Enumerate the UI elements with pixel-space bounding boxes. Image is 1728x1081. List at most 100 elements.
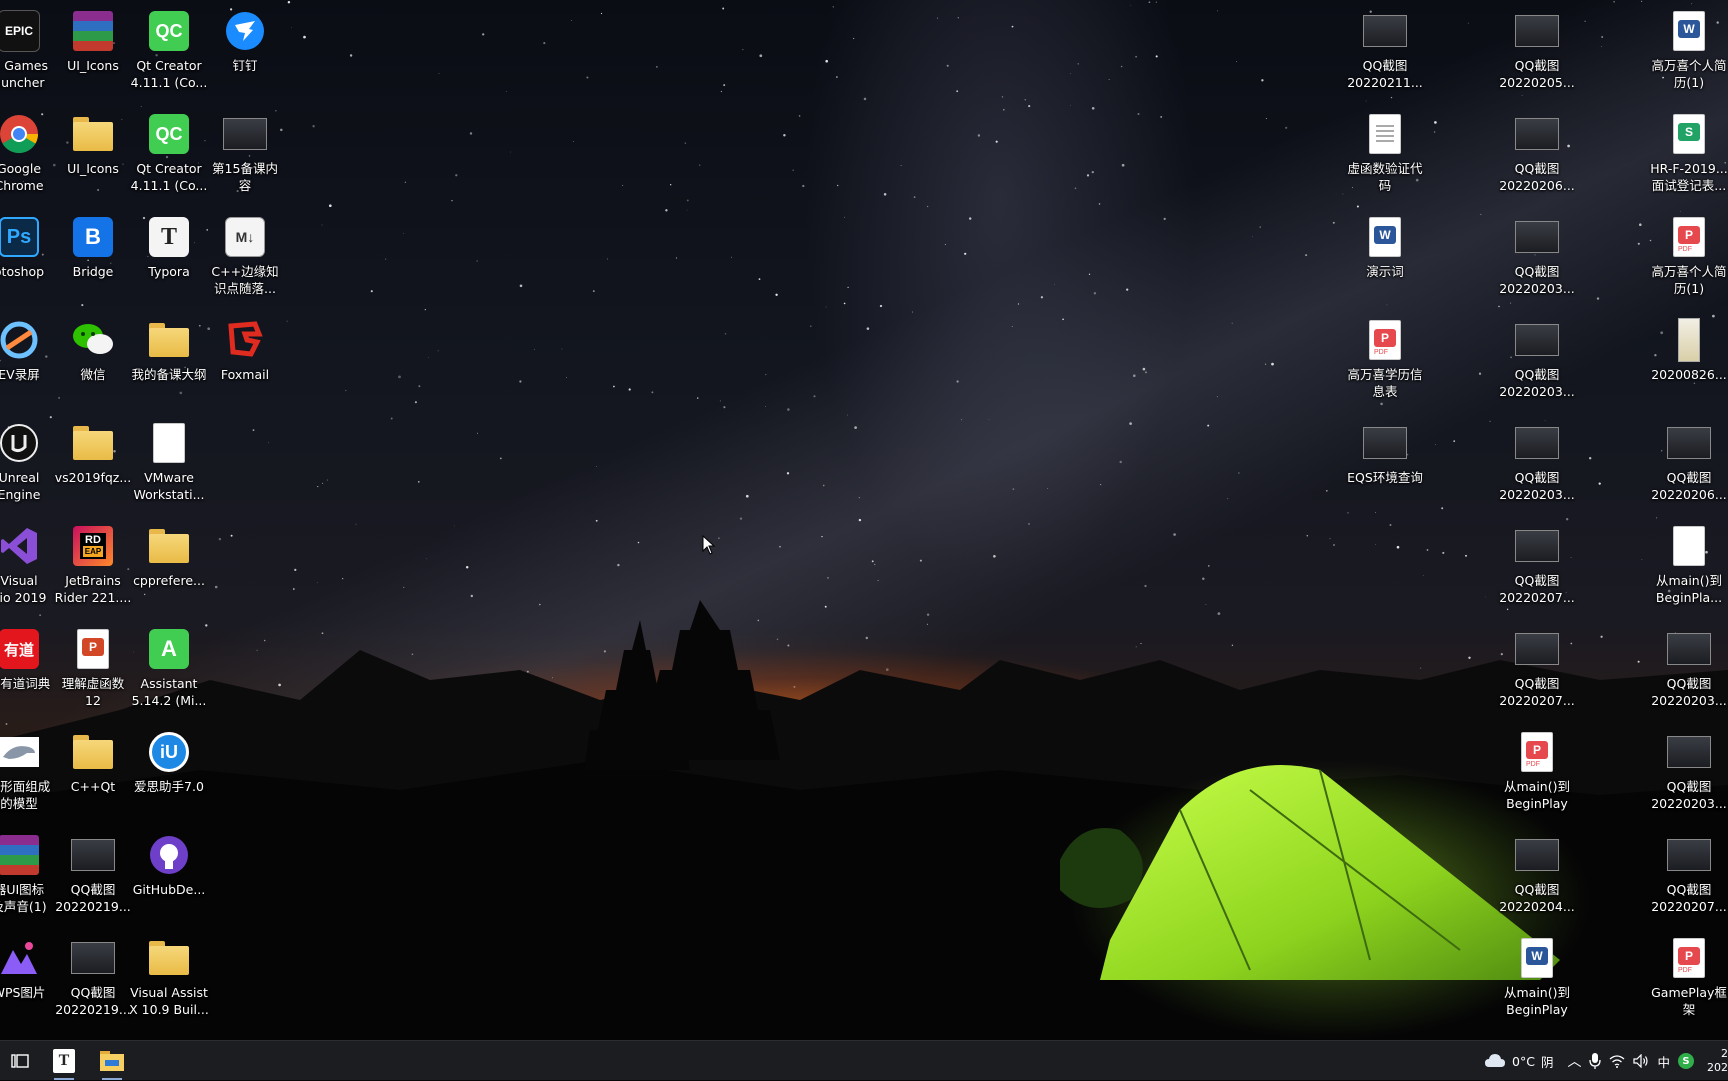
screenshot-thumb-icon — [1515, 112, 1559, 156]
desktop-icon-presentation-notes[interactable]: W 演示词 — [1342, 209, 1428, 280]
qt-creator-icon: QC — [147, 112, 191, 156]
desktop-icon-label: GamePlay框 架 — [1651, 985, 1727, 1017]
desktop-icon-qq-screenshot-0206[interactable]: QQ截图 20220206... — [1494, 106, 1580, 194]
desktop-icon-qq-screenshot-0205[interactable]: QQ截图 20220205... — [1494, 3, 1580, 91]
desktop-icon-dingtalk[interactable]: 钉钉 — [202, 3, 288, 74]
desktop-icon-label: QQ截图 20220207... — [1651, 882, 1727, 914]
desktop-icon-cpp-qt[interactable]: C++Qt — [50, 724, 136, 795]
visual-studio-icon — [0, 524, 41, 568]
clock-date: 202 — [1707, 1061, 1728, 1074]
desktop-icon-qt-creator-2[interactable]: QC Qt Creator 4.11.1 (Co... — [126, 106, 212, 194]
desktop-icon-label: 角形面组成 的模型 — [0, 779, 51, 811]
input-method-indicator[interactable]: 中 — [1657, 1052, 1670, 1071]
desktop-icon-understand-virtual-functions[interactable]: P 理解虚函数 12 — [50, 621, 136, 709]
desktop-icon-label: 爱思助手7.0 — [134, 779, 204, 794]
desktop-icon-assistant[interactable]: A Assistant 5.14.2 (Mi... — [126, 621, 212, 709]
system-tray: 0°C 阴 ︿ 中 S 2 202 — [1484, 1041, 1728, 1081]
desktop-icon-vs2019fqz[interactable]: vs2019fqz... — [50, 415, 136, 486]
text-doc-icon — [1363, 112, 1407, 156]
desktop-icon-qq-screenshot-0204[interactable]: QQ截图 20220204... — [1494, 827, 1580, 915]
desktop-icon-label: QQ截图 20220205... — [1499, 58, 1575, 90]
rider-icon: RD EAP — [71, 524, 115, 568]
desktop-icon-virtual-function-code[interactable]: 虚函数验证代 码 — [1342, 106, 1428, 194]
desktop-icon-lesson-15[interactable]: 第15备课内 容 — [202, 106, 288, 194]
desktop-icon-label: 器UI图标 及声音(1) — [0, 882, 47, 914]
desktop-icon-jetbrains-rider[interactable]: RD EAP JetBrains Rider 221.... — [50, 518, 136, 606]
desktop-icon-main-to-beginplay-blank[interactable]: 从main()到 BeginPla... — [1646, 518, 1728, 606]
screenshot-thumb-icon — [1667, 421, 1711, 465]
blank-doc-icon — [147, 421, 191, 465]
pdf-doc-icon: P PDF — [1515, 730, 1559, 774]
taskbar-app-file-explorer[interactable] — [88, 1041, 136, 1081]
desktop-icon-ui-icons-archive[interactable]: UI_Icons — [50, 3, 136, 74]
pdf-doc-icon: P PDF — [1667, 936, 1711, 980]
weather-widget[interactable]: 0°C 阴 — [1484, 1052, 1553, 1071]
task-view-button[interactable] — [0, 1041, 40, 1081]
cloud-icon — [1485, 1054, 1506, 1067]
taskbar-app-typora[interactable]: T — [40, 1041, 88, 1081]
chrome-icon — [0, 112, 41, 156]
word-doc-icon: W — [1667, 9, 1711, 53]
typora-icon: T — [147, 215, 191, 259]
desktop-icon-hr-interview-form[interactable]: S HR-F-2019... 面试登记表... — [1646, 106, 1728, 194]
desktop-icon-qq-screenshot-0207c[interactable]: QQ截图 20220207... — [1646, 827, 1728, 915]
desktop-icon-eqs-env-query[interactable]: EQS环境查询 — [1342, 415, 1428, 486]
desktop-icon-main-to-beginplay-word[interactable]: W 从main()到 BeginPlay — [1494, 930, 1580, 1018]
desktop-icon-label: C++Qt — [70, 779, 116, 794]
desktop-icon-qq-screenshot-0207a[interactable]: QQ截图 20220207... — [1494, 518, 1580, 606]
microphone-icon[interactable] — [1589, 1053, 1602, 1069]
desktop-icon-bridge[interactable]: B Bridge — [50, 209, 136, 280]
screenshot-thumb-icon — [71, 833, 115, 877]
desktop-icon-main-to-beginplay-pdf[interactable]: P PDF 从main()到 BeginPlay — [1494, 724, 1580, 812]
desktop-icon-qq-screenshot-0219a[interactable]: QQ截图 20220219... — [50, 827, 136, 915]
desktop-icon-wechat[interactable]: 微信 — [50, 312, 136, 383]
desktop-icon-image-20200826[interactable]: 20200826... — [1646, 312, 1728, 383]
desktop-icon-ui-icons-folder[interactable]: UI_Icons — [50, 106, 136, 177]
desktop-icon-cpp-markdown[interactable]: M↓ C++边缘知 识点随落... — [202, 209, 288, 297]
desktop-icon-typora[interactable]: T Typora — [126, 209, 212, 280]
desktop-icon-label: WPS图片 — [0, 985, 46, 1000]
desktop-icon-vmware-workstation[interactable]: VMware Workstati... — [126, 415, 212, 503]
desktop-icon-aisi-helper[interactable]: iU 爱思助手7.0 — [126, 724, 212, 795]
chevron-up-icon[interactable]: ︿ — [1567, 1051, 1581, 1071]
desktop-icon-qq-screenshot-0203b[interactable]: QQ截图 20220203... — [1494, 312, 1580, 400]
screenshot-thumb-icon — [1515, 833, 1559, 877]
desktop-icon-qt-creator-1[interactable]: QC Qt Creator 4.11.1 (Co... — [126, 3, 212, 91]
desktop-icon-resume-word[interactable]: W 高万喜个人简 历(1) — [1646, 3, 1728, 91]
desktop-icon-gameplay-framework[interactable]: P PDF GamePlay框 架 — [1646, 930, 1728, 1018]
screenshot-thumb-icon — [1515, 215, 1559, 259]
screenshot-thumb-icon — [1667, 627, 1711, 671]
desktop-icon-qq-screenshot-0211[interactable]: QQ截图 20220211... — [1342, 3, 1428, 91]
desktop-icon-qq-screenshot-0203c[interactable]: QQ截图 20220203... — [1494, 415, 1580, 503]
desktop-icon-education-form[interactable]: P PDF 高万喜学历信 息表 — [1342, 312, 1428, 400]
wps-tray-icon[interactable]: S — [1678, 1053, 1694, 1069]
desktop-icon-label: QQ截图 20220204... — [1499, 882, 1575, 914]
screenshot-thumb-icon — [1515, 524, 1559, 568]
desktop-icon-qq-screenshot-0203e[interactable]: QQ截图 20220203... — [1646, 724, 1728, 812]
clock[interactable]: 2 202 — [1702, 1047, 1728, 1075]
desktop-icon-label: otoshop — [0, 264, 45, 279]
aisi-icon: iU — [147, 730, 191, 774]
desktop-icon-visual-assist[interactable]: Visual Assist X 10.9 Buil... — [126, 930, 212, 1018]
desktop-icon-github-desktop[interactable]: GitHubDe... — [126, 827, 212, 898]
desktop-icon-foxmail[interactable]: Foxmail — [202, 312, 288, 383]
desktop-icon-qq-screenshot-0207b[interactable]: QQ截图 20220207... — [1494, 621, 1580, 709]
desktop-icon-qq-screenshot-0203a[interactable]: QQ截图 20220203... — [1494, 209, 1580, 297]
desktop-icon-label: 20200826... — [1651, 367, 1727, 382]
winrar-icon — [0, 833, 41, 877]
desktop-icon-qq-screenshot-0219b[interactable]: QQ截图 20220219... — [50, 930, 136, 1018]
desktop-icon-cppreference[interactable]: cpprefere... — [126, 518, 212, 589]
wps-picture-icon — [0, 936, 41, 980]
desktop-icon-label: Qt Creator 4.11.1 (Co... — [130, 58, 208, 90]
desktop-icon-label: QQ截图 20220206... — [1499, 161, 1575, 193]
desktop-icon-qq-screenshot-0206b[interactable]: QQ截图 20220206... — [1646, 415, 1728, 503]
desktop-icon-resume-pdf[interactable]: P PDF 高万喜个人简 历(1) — [1646, 209, 1728, 297]
wifi-icon[interactable] — [1609, 1054, 1625, 1068]
folder-icon — [147, 318, 191, 362]
desktop-icon-label: JetBrains Rider 221.... — [54, 573, 132, 605]
desktop-icon-qq-screenshot-0203d[interactable]: QQ截图 20220203... — [1646, 621, 1728, 709]
desktop-icon-lesson-plan-folder[interactable]: 我的备课大纲 — [126, 312, 212, 383]
desktop-icon-label: QQ截图 20220211... — [1347, 58, 1423, 90]
winrar-icon — [71, 9, 115, 53]
speaker-icon[interactable] — [1633, 1054, 1649, 1068]
